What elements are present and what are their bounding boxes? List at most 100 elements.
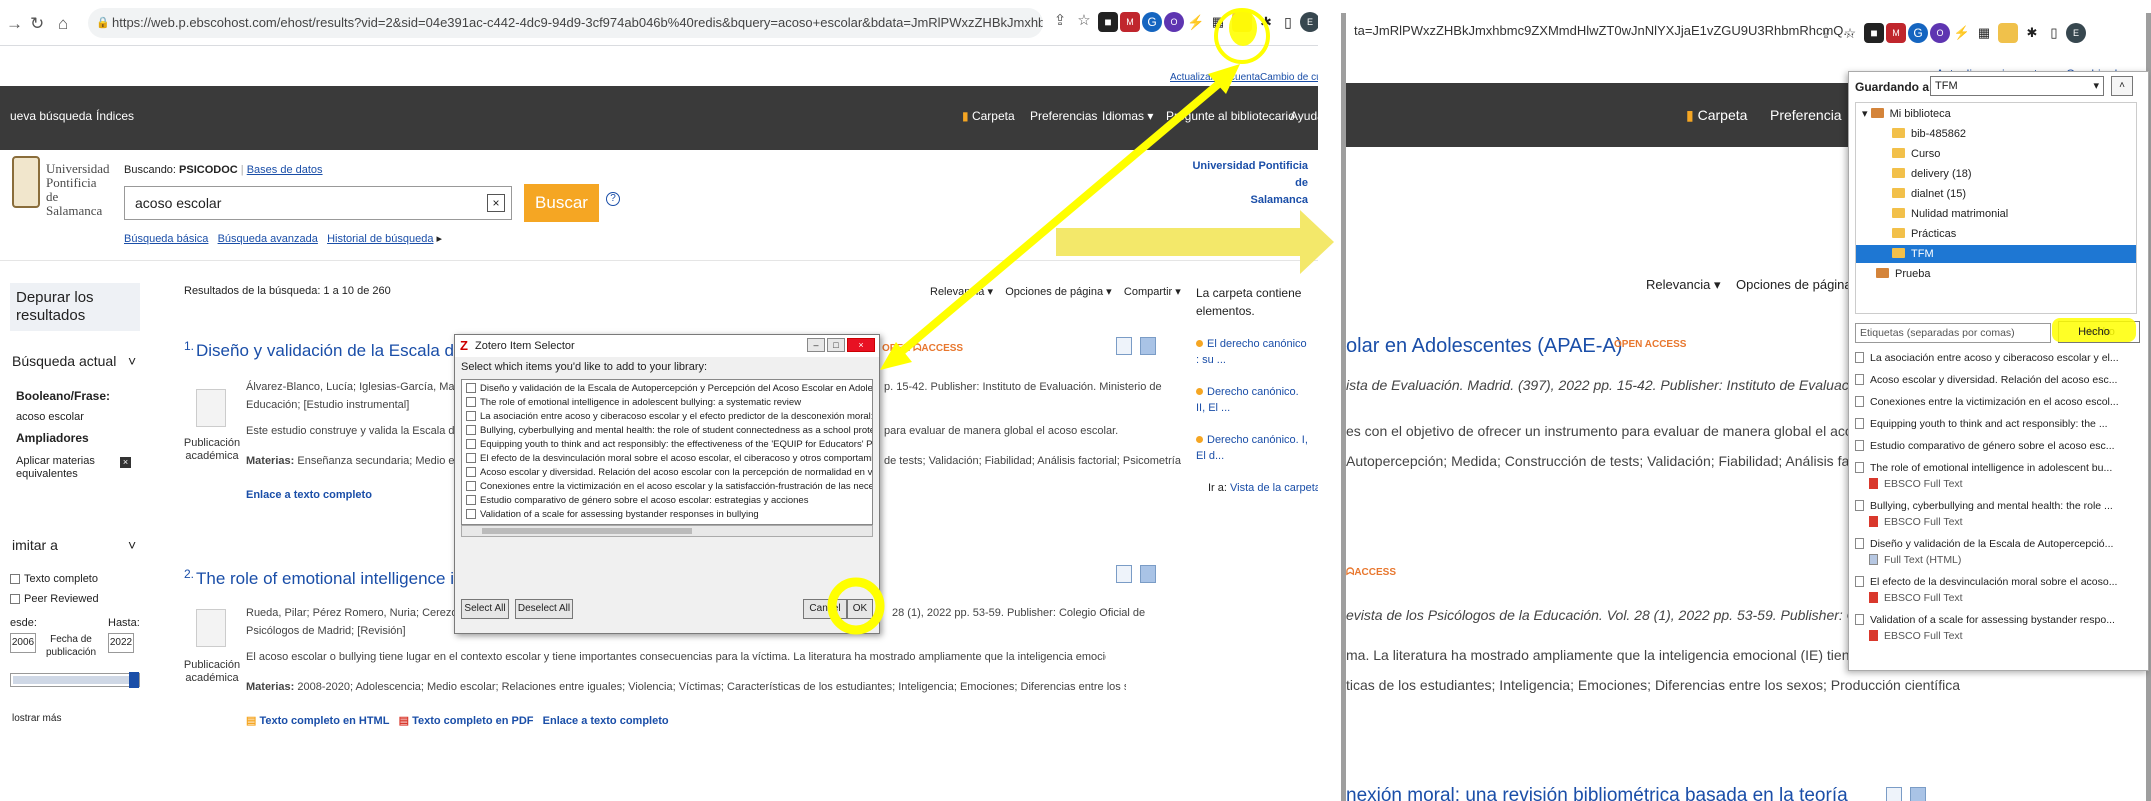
folder-item[interactable]: Derecho canónico. II, El ... <box>1196 384 1308 416</box>
account-link[interactable]: Actualizar mi cuenta <box>1170 72 1260 83</box>
zotero-item[interactable]: Conexiones entre la victimización en el … <box>466 480 872 494</box>
zotero-save-icon[interactable] <box>1232 12 1252 32</box>
tree-node[interactable]: bib-485862 <box>1892 125 1966 143</box>
extension-dark-icon[interactable]: ■ <box>1098 12 1118 32</box>
select-all-button[interactable]: Select All <box>461 599 509 619</box>
search-input[interactable]: acoso escolar × <box>124 186 512 220</box>
extension-dark-icon[interactable]: ■ <box>1864 23 1884 43</box>
bookmark-star-icon[interactable]: ☆ <box>1074 11 1094 31</box>
preview-icon[interactable] <box>1116 565 1132 583</box>
tree-node[interactable]: Prácticas <box>1892 225 1956 243</box>
collection-select[interactable]: TFM ▾ <box>1930 76 2104 96</box>
full-text-checkbox[interactable]: Texto completo <box>10 573 98 585</box>
share-menu[interactable]: Compartir ▾ <box>1124 286 1181 298</box>
limit-heading[interactable]: imitar a ˅ <box>12 537 136 553</box>
cancel-button[interactable]: Cancel <box>803 599 847 619</box>
relevance-menu[interactable]: Relevancia ▾ <box>930 286 993 298</box>
search-history-link[interactable]: Historial de búsqueda <box>327 233 433 245</box>
profile-avatar[interactable]: E <box>1300 12 1318 32</box>
result-title-link[interactable]: nexión moral: una revisión bibliométrica… <box>1346 785 1848 801</box>
preview-icon[interactable] <box>1886 787 1902 801</box>
collapse-button[interactable]: ˄ <box>2111 76 2133 96</box>
ask-librarian-link[interactable]: Pregunte al bibliotecario <box>1166 109 1295 123</box>
checkbox-box[interactable] <box>466 453 476 464</box>
current-search-heading[interactable]: Búsqueda actual ˅ <box>12 353 136 369</box>
folder-item[interactable]: Derecho canónico. I, El d... <box>1196 432 1308 464</box>
pdf-full-text-link[interactable]: Texto completo en PDF <box>412 715 533 727</box>
full-text-link[interactable]: Enlace a texto completo <box>543 715 669 727</box>
from-year-input[interactable]: 2006 <box>10 633 36 653</box>
tree-node[interactable]: Curso <box>1892 145 1940 163</box>
to-year-input[interactable]: 2022 <box>108 633 134 653</box>
tree-node[interactable]: Prueba <box>1876 265 1930 283</box>
puzzle-icon[interactable]: ✱ <box>1256 12 1276 32</box>
horizontal-scrollbar[interactable] <box>461 525 873 537</box>
profile-avatar[interactable]: E <box>2066 23 2086 43</box>
extension-purple-icon[interactable]: O <box>1930 23 1950 43</box>
databases-link[interactable]: Bases de datos <box>247 164 323 176</box>
advanced-search-link[interactable]: Búsqueda avanzada <box>218 233 318 245</box>
address-bar[interactable]: 🔒 https://web.p.ebscohost.com/ehost/resu… <box>88 8 1043 38</box>
tree-node[interactable]: dialnet (15) <box>1892 185 1966 203</box>
folder-item[interactable]: El derecho canónico : su ... <box>1196 336 1308 368</box>
checkbox-box[interactable] <box>466 509 476 520</box>
add-to-folder-icon[interactable] <box>1910 787 1926 801</box>
extension-blue-icon[interactable]: G <box>1142 12 1162 32</box>
add-to-folder-icon[interactable] <box>1140 565 1156 583</box>
scrollbar-thumb[interactable] <box>482 528 692 534</box>
slider-handle[interactable] <box>129 672 139 688</box>
url-text[interactable]: ta=JmRlPWxzZHBkJmxhbmc9ZXMmdHlwZT0wJnNlY… <box>1354 23 1854 38</box>
tree-node[interactable]: Nulidad matrimonial <box>1892 205 2008 223</box>
bookmark-star-icon[interactable]: ☆ <box>1840 23 1860 43</box>
folder-view-link[interactable]: Vista de la carpeta <box>1230 482 1318 494</box>
mendeley-icon[interactable]: M <box>1120 12 1140 32</box>
checkbox-box[interactable] <box>466 397 476 408</box>
html-full-text-link[interactable]: Texto completo en HTML <box>259 715 389 727</box>
indexes-link[interactable]: Índices <box>96 109 134 123</box>
folder-link[interactable]: ▮ Carpeta <box>962 109 1015 123</box>
zotero-save-icon[interactable] <box>1998 23 2018 43</box>
close-icon[interactable]: × <box>847 338 875 352</box>
checkbox-box[interactable] <box>466 467 476 478</box>
relevance-menu[interactable]: Relevancia ▾ <box>1646 277 1720 293</box>
page-options-menu[interactable]: Opciones de página ▾ <box>1005 286 1111 298</box>
zotero-item[interactable]: El efecto de la desvinculación moral sob… <box>466 452 872 466</box>
tree-node-selected[interactable]: TFM <box>1856 245 2136 263</box>
page-options-label[interactable]: Opciones de página <box>1736 277 1852 292</box>
preferences-link[interactable]: Preferencias <box>1030 109 1097 123</box>
remove-expander-icon[interactable]: × <box>120 457 131 468</box>
checkbox-box[interactable] <box>466 481 476 492</box>
zotero-item[interactable]: Estudio comparativo de género sobre el a… <box>466 494 808 508</box>
maximize-icon[interactable]: □ <box>827 338 845 352</box>
peer-reviewed-checkbox[interactable]: Peer Reviewed <box>10 593 99 605</box>
extension-grid-icon[interactable]: ▦ <box>1974 23 1994 43</box>
forward-icon[interactable]: → <box>6 14 23 34</box>
help-link[interactable]: Ayuda <box>1290 109 1318 123</box>
tags-input[interactable]: Etiquetas (separadas por comas) <box>1855 323 2051 343</box>
preview-icon[interactable] <box>1116 337 1132 355</box>
minimize-icon[interactable]: – <box>807 338 825 352</box>
new-search-link[interactable]: ueva búsqueda <box>10 109 92 123</box>
boolean-value[interactable]: acoso escolar <box>16 411 84 423</box>
mendeley-icon[interactable]: M <box>1886 23 1906 43</box>
tree-node[interactable]: ▾ Mi biblioteca <box>1862 105 1951 123</box>
date-slider[interactable] <box>10 672 140 688</box>
zotero-item[interactable]: Bullying, cyberbullying and mental healt… <box>466 424 872 438</box>
expand-triangle-icon[interactable]: ▾ <box>1862 108 1868 120</box>
extension-purple-icon[interactable]: O <box>1164 12 1184 32</box>
checkbox-box[interactable] <box>466 425 476 436</box>
add-to-folder-icon[interactable] <box>1140 337 1156 355</box>
share-icon[interactable]: ⇪ <box>1816 23 1836 43</box>
checkbox-box[interactable] <box>466 439 476 450</box>
deselect-all-button[interactable]: Deselect All <box>515 599 573 619</box>
help-icon[interactable]: ? <box>606 192 620 206</box>
preferences-link[interactable]: Preferencia <box>1770 107 1842 123</box>
extension-blue-icon[interactable]: G <box>1908 23 1928 43</box>
tree-node[interactable]: delivery (18) <box>1892 165 1972 183</box>
zotero-item[interactable]: Diseño y validación de la Escala de Auto… <box>466 382 872 396</box>
checkbox-box[interactable] <box>466 495 476 506</box>
search-button[interactable]: Buscar <box>524 184 599 222</box>
zotero-item[interactable]: Validation of a scale for assessing byst… <box>466 508 759 522</box>
extension-grid-icon[interactable]: ▦ <box>1208 12 1228 32</box>
checkbox-box[interactable] <box>466 383 476 394</box>
